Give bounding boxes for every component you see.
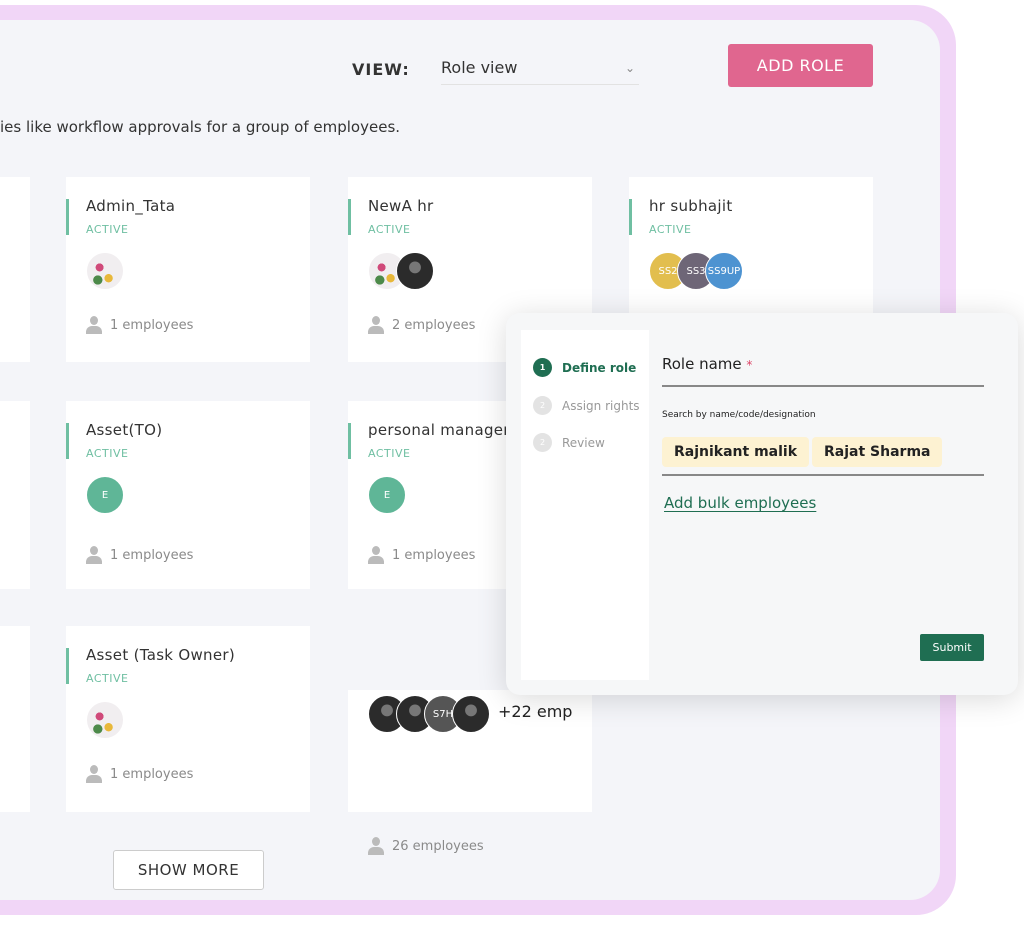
person-icon [368,837,384,855]
employee-count-text: 26 employees [392,838,484,854]
role-name: Asset(TO) [86,421,163,439]
avatar-initials: SS9UP [707,265,741,277]
chevron-down-icon: ⌄ [624,61,635,75]
step-number: 2 [533,433,552,452]
role-name: personal manager [368,421,510,439]
card-accent-bar [66,199,69,235]
show-more-button[interactable]: SHOW MORE [113,850,264,890]
view-select[interactable]: Role view ⌄ [441,55,639,85]
step-define-role[interactable]: 1 Define role [533,358,636,377]
employee-count-text: 2 employees [392,317,476,333]
role-card-partial[interactable] [0,401,30,589]
status-badge: ACTIVE [86,672,129,685]
employee-count-text: 1 employees [110,547,194,563]
person-icon [368,316,384,334]
avatar [452,695,490,733]
step-label: Define role [562,360,637,375]
role-name-field[interactable]: Role name * [662,355,752,373]
role-name-label: Role name [662,355,742,373]
avatar-group [368,252,434,290]
search-label: Search by name/code/designation [662,410,816,420]
employee-count: 2 employees [368,316,475,334]
step-number: 1 [533,358,552,377]
view-select-value: Role view [441,58,518,77]
card-accent-bar [66,648,69,684]
role-name: hr subhajit [649,197,733,215]
employee-count: 1 employees [86,546,193,564]
role-name: Asset (Task Owner) [86,646,235,664]
required-mark: * [746,358,753,372]
role-card[interactable]: S7H +22 emp 26 employees [348,690,592,855]
role-name: Admin_Tata [86,197,176,215]
avatar-group: S7H [368,695,490,733]
create-role-modal: 1 Define role 2 Assign rights 2 Review Role… [506,313,1018,695]
avatar-initials: E [101,489,109,501]
role-card[interactable]: Admin_Tata ACTIVE 1 employees [66,177,310,362]
extra-employees: +22 emp [498,702,573,721]
person-icon [86,546,102,564]
role-card-partial[interactable] [0,177,30,362]
avatar: SS9UP [705,252,743,290]
search-underline[interactable] [662,474,984,476]
view-label: VIEW: [352,60,410,79]
role-name: NewA hr [368,197,434,215]
status-badge: ACTIVE [368,447,411,460]
step-label: Review [562,435,605,450]
employee-count: 1 employees [368,546,475,564]
person-icon [86,765,102,783]
add-role-button[interactable]: ADD ROLE [728,44,873,87]
card-accent-bar [629,199,632,235]
step-assign-rights[interactable]: 2 Assign rights [533,396,640,415]
avatar-initials: SS3 [686,265,706,277]
avatar-group: SS2 SS3 SS9UP [649,252,743,290]
employee-count: 26 employees [368,837,484,855]
avatar-group [86,252,124,290]
card-accent-bar [348,199,351,235]
avatar [86,252,124,290]
employee-chip[interactable]: Rajat Sharma [812,437,943,467]
person-icon [368,546,384,564]
avatar-group [86,701,124,739]
role-name-underline [662,385,984,387]
role-card[interactable]: Asset (Task Owner) ACTIVE 1 employees [66,626,310,812]
role-card-partial[interactable] [0,626,30,812]
status-badge: ACTIVE [368,223,411,236]
card-accent-bar [348,423,351,459]
avatar [396,252,434,290]
submit-button[interactable]: Submit [920,634,984,661]
avatar-group: E [368,476,406,514]
avatar-group: E [86,476,124,514]
employee-count: 1 employees [86,316,193,334]
page-description: ies like workflow approvals for a group … [0,118,401,136]
avatar-initials: SS2 [658,265,678,277]
status-badge: ACTIVE [649,223,692,236]
employee-count: 1 employees [86,765,193,783]
status-badge: ACTIVE [86,447,129,460]
step-number: 2 [533,396,552,415]
avatar [86,701,124,739]
status-badge: ACTIVE [86,223,129,236]
role-card[interactable]: Asset(TO) ACTIVE E 1 employees [66,401,310,589]
employee-count-text: 1 employees [110,317,194,333]
employee-chip[interactable]: Rajnikant malik [662,437,810,467]
employee-count-text: 1 employees [392,547,476,563]
card-accent-bar [66,423,69,459]
stepper: 1 Define role 2 Assign rights 2 Review [521,330,649,680]
person-icon [86,316,102,334]
add-bulk-employees-link[interactable]: Add bulk employees [664,494,816,512]
avatar: E [86,476,124,514]
employee-count-text: 1 employees [110,766,194,782]
avatar: E [368,476,406,514]
step-review[interactable]: 2 Review [533,433,605,452]
avatar-initials: S7H [432,708,454,720]
avatar-initials: E [383,489,391,501]
step-label: Assign rights [562,398,640,413]
